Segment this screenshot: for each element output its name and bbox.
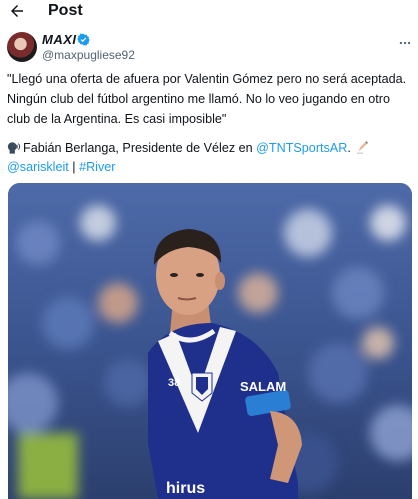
speaking-head-icon: [7, 140, 21, 154]
back-arrow-icon[interactable]: [8, 2, 26, 20]
tweet-line-3: club de la Argentina. Es casi imposible": [7, 112, 227, 126]
credit-suffix: .: [347, 141, 351, 155]
tweet-body: "Llegó una oferta de afuera por Valentin…: [7, 69, 415, 129]
tweet-credit: Fabián Berlanga, Presidente de Vélez en …: [7, 138, 415, 158]
more-options-icon[interactable]: [398, 36, 412, 50]
tweet-line-1: "Llegó una oferta de afuera por Valentin…: [7, 72, 407, 86]
verified-badge-icon: [77, 33, 90, 46]
tweet-line-2: Ningún club del fútbol argentino me llam…: [7, 92, 390, 106]
jersey-number: 38: [168, 377, 180, 389]
page-title: Post: [48, 2, 83, 19]
author-handle[interactable]: @maxpugliese92: [42, 48, 135, 63]
avatar[interactable]: [7, 32, 37, 62]
tweet-photo[interactable]: 38 SALAM hirus: [8, 183, 412, 499]
tweet-tags: @sariskleit | #River: [7, 157, 415, 177]
author-display-name[interactable]: MAXI: [42, 32, 77, 48]
writing-hand-icon: [356, 140, 370, 154]
mention-sariskleit[interactable]: @sariskleit: [7, 160, 69, 174]
jersey-bottom-text: hirus: [166, 480, 205, 497]
tag-separator: |: [68, 160, 80, 174]
credit-prefix: Fabián Berlanga, Presidente de Vélez en: [23, 141, 257, 155]
hashtag-river[interactable]: #River: [79, 160, 115, 174]
mention-tntsports[interactable]: @TNTSportsAR: [256, 141, 347, 155]
top-bar: Post: [0, 0, 418, 26]
tweet-author: MAXI @maxpugliese92: [0, 30, 418, 66]
jersey-sponsor: SALAM: [240, 379, 286, 394]
